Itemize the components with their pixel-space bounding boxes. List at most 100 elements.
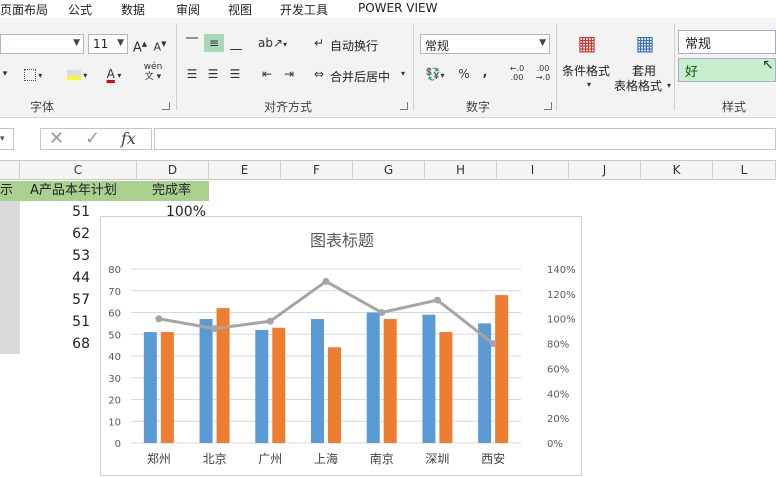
bar-series-1[interactable] bbox=[255, 329, 269, 443]
decrease-decimal-icon[interactable]: .00 →.0 bbox=[532, 64, 554, 82]
bar-series-1[interactable] bbox=[311, 319, 324, 443]
align-top-icon[interactable]: ⎺ bbox=[183, 34, 201, 52]
header-cell-c[interactable]: A产品本年计划 bbox=[30, 180, 117, 202]
bar-series-2[interactable] bbox=[328, 347, 341, 443]
menu-page-layout[interactable]: 页面布局 bbox=[0, 1, 48, 18]
chevron-down-icon[interactable]: ▾ bbox=[398, 65, 408, 83]
bar-series-2[interactable] bbox=[495, 295, 509, 443]
column-header-c[interactable]: C bbox=[20, 161, 137, 180]
phonetic-guide-icon[interactable]: wén 文 ▾ bbox=[138, 62, 168, 84]
insert-function-icon[interactable]: fx bbox=[121, 129, 136, 149]
alignment-launcher-icon[interactable] bbox=[400, 102, 408, 110]
line-point[interactable] bbox=[155, 315, 163, 323]
formula-buttons: ✕ ✓ fx bbox=[40, 128, 152, 150]
align-center-icon[interactable]: ☰ bbox=[204, 65, 222, 83]
fill-color-icon[interactable]: ▾ bbox=[60, 65, 94, 83]
increase-decimal-icon[interactable]: ←.0.00 bbox=[506, 64, 528, 82]
line-point[interactable] bbox=[489, 340, 497, 348]
table-format-label-2[interactable]: 表格格式 bbox=[614, 77, 662, 94]
cancel-icon[interactable]: ✕ bbox=[49, 129, 64, 149]
style-normal[interactable]: 常规 bbox=[678, 30, 776, 54]
increase-font-icon[interactable]: A▲ bbox=[132, 35, 148, 55]
header-cell-d[interactable]: 完成率 bbox=[152, 180, 191, 202]
wrap-text-button[interactable]: 自动换行 bbox=[330, 37, 378, 54]
align-right-icon[interactable]: ☰ bbox=[226, 65, 244, 83]
bar-series-2[interactable] bbox=[272, 327, 286, 443]
merge-center-icon[interactable]: ⇔ bbox=[311, 65, 327, 83]
line-point[interactable] bbox=[266, 317, 274, 325]
formula-input[interactable] bbox=[154, 128, 776, 150]
decrease-font-icon[interactable]: A▼ bbox=[152, 35, 168, 54]
column-header-d[interactable]: D bbox=[137, 161, 209, 180]
chart-title[interactable]: 图表标题 bbox=[310, 231, 374, 250]
line-point[interactable] bbox=[322, 277, 330, 285]
bar-series-1[interactable] bbox=[422, 314, 436, 443]
menu-view[interactable]: 视图 bbox=[228, 1, 252, 18]
menu-power-view[interactable]: POWER VIEW bbox=[358, 1, 437, 15]
column-header-l[interactable]: L bbox=[713, 161, 776, 180]
cell-c-1[interactable]: 51 bbox=[60, 201, 90, 223]
decrease-indent-icon[interactable]: ⇤ bbox=[258, 65, 276, 83]
font-name-dropdown[interactable]: ▼ bbox=[0, 34, 84, 54]
cell-c-5[interactable]: 57 bbox=[60, 289, 90, 311]
orientation-icon[interactable]: ab↗▾ bbox=[258, 34, 287, 52]
column-header-j[interactable]: J bbox=[569, 161, 641, 180]
conditional-format-icon[interactable]: ▦ bbox=[572, 28, 602, 60]
font-color-icon[interactable]: A ▾ bbox=[100, 65, 128, 83]
y2-tick-label: 40% bbox=[547, 389, 569, 400]
line-point[interactable] bbox=[211, 325, 219, 333]
chevron-down-icon[interactable]: ▾ bbox=[0, 65, 10, 83]
y-tick-label: 40 bbox=[108, 352, 121, 363]
enter-icon[interactable]: ✓ bbox=[85, 129, 100, 149]
y-tick-label: 10 bbox=[108, 417, 121, 428]
line-point[interactable] bbox=[378, 309, 386, 316]
column-header-e[interactable]: E bbox=[209, 161, 281, 180]
wrap-text-icon[interactable]: ↵ bbox=[311, 34, 327, 52]
menu-developer[interactable]: 开发工具 bbox=[280, 1, 328, 18]
y-tick-label: 20 bbox=[108, 396, 121, 407]
increase-indent-icon[interactable]: ⇥ bbox=[280, 65, 298, 83]
column-header-i[interactable]: I bbox=[497, 161, 569, 180]
align-bottom-icon[interactable]: ⎽ bbox=[227, 34, 245, 52]
cell-c-6[interactable]: 51 bbox=[60, 311, 90, 333]
bar-series-2[interactable] bbox=[160, 332, 174, 443]
table-format-icon[interactable]: ▦ bbox=[630, 28, 660, 60]
bar-series-1[interactable] bbox=[199, 319, 213, 443]
divider bbox=[176, 24, 177, 110]
cell-c-3[interactable]: 53 bbox=[60, 245, 90, 267]
percent-button[interactable]: % bbox=[456, 65, 472, 83]
menu-bar: 页面布局 公式 数据 审阅 视图 开发工具 POWER VIEW bbox=[0, 0, 776, 18]
number-launcher-icon[interactable] bbox=[544, 102, 552, 110]
font-size-dropdown[interactable]: 11 ▼ bbox=[88, 34, 128, 54]
name-box-dropdown[interactable]: ▾ bbox=[0, 128, 14, 150]
cell-c-2[interactable]: 62 bbox=[60, 223, 90, 245]
header-cell-b[interactable]: 示 bbox=[0, 180, 13, 202]
chart[interactable]: 图表标题 0 10 20 30 40 50 60 70 80 0% 20% 40% 60% 80% 100%… bbox=[100, 216, 582, 476]
font-launcher-icon[interactable] bbox=[162, 102, 170, 110]
column-header-f[interactable]: F bbox=[281, 161, 353, 180]
column-header-k[interactable]: K bbox=[641, 161, 713, 180]
bar-series-2[interactable] bbox=[439, 332, 453, 443]
number-format-dropdown[interactable]: 常规 ▼ bbox=[420, 34, 550, 54]
cell-c-4[interactable]: 44 bbox=[60, 267, 90, 289]
bar-series-1[interactable] bbox=[366, 312, 380, 444]
line-point[interactable] bbox=[433, 296, 441, 304]
column-header-h[interactable]: H bbox=[425, 161, 497, 180]
menu-formulas[interactable]: 公式 bbox=[68, 1, 92, 18]
column-header-b[interactable] bbox=[0, 161, 20, 180]
align-left-icon[interactable]: ☰ bbox=[183, 65, 201, 83]
column-header-g[interactable]: G bbox=[353, 161, 425, 180]
bar-series-1[interactable] bbox=[143, 332, 157, 443]
border-icon[interactable]: ▾ bbox=[20, 65, 46, 83]
currency-icon[interactable]: 💱▾ bbox=[420, 65, 450, 83]
y2-tick-label: 20% bbox=[547, 414, 569, 425]
cell-c-7[interactable]: 68 bbox=[60, 333, 90, 355]
merge-center-button[interactable]: 合并后居中 bbox=[330, 68, 390, 85]
comma-button[interactable]: , bbox=[478, 63, 492, 81]
align-middle-icon[interactable]: ≡ bbox=[204, 34, 224, 52]
bar-series-2[interactable] bbox=[383, 319, 397, 443]
chart-canvas: 图表标题 0 10 20 30 40 50 60 70 80 0% 20% 40% 60% 80% 100%… bbox=[108, 231, 575, 466]
column-header-bar: C D E F G H I J K L bbox=[0, 160, 776, 180]
menu-data[interactable]: 数据 bbox=[121, 1, 145, 18]
menu-review[interactable]: 审阅 bbox=[176, 1, 200, 18]
